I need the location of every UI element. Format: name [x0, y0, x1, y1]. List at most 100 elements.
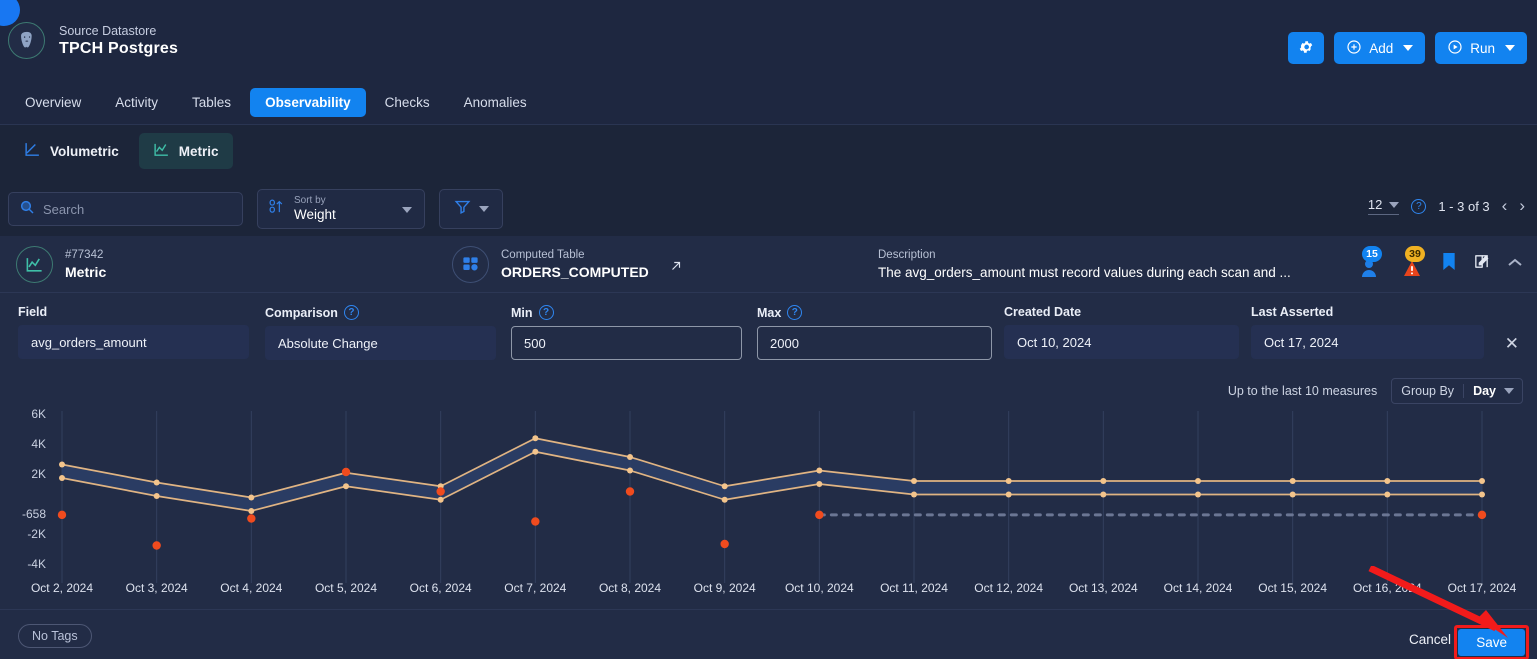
- chevron-down-icon: [1389, 201, 1400, 208]
- subtab-volumetric-label: Volumetric: [50, 143, 119, 159]
- metric-chart-icon: [153, 141, 170, 161]
- save-button[interactable]: Save: [1458, 629, 1525, 656]
- datastore-label: Source Datastore: [59, 23, 157, 38]
- tab-activity[interactable]: Activity: [100, 88, 173, 117]
- chart-x-tick: Oct 8, 2024: [598, 581, 662, 595]
- chart-x-tick: Oct 9, 2024: [693, 581, 756, 595]
- chart-y-tick: -4K: [27, 557, 46, 571]
- subtab-metric-label: Metric: [178, 143, 219, 159]
- measures-text: Up to the last 10 measures: [1227, 384, 1378, 398]
- metric-identity: #77342 Metric: [16, 246, 106, 283]
- sort-by-label: Sort by: [294, 195, 326, 206]
- measures-row: Up to the last 10 measures Group By Day: [1228, 378, 1523, 404]
- main-tabs: Overview Activity Tables Observability C…: [0, 80, 1537, 125]
- chevron-right-icon[interactable]: ›: [1519, 196, 1525, 216]
- tab-checks[interactable]: Checks: [370, 88, 445, 117]
- comparison-field: Comparison ? Absolute Change: [265, 305, 496, 360]
- sort-by-select[interactable]: Sort by Weight: [257, 189, 425, 229]
- chart-plot-area[interactable]: [0, 405, 1537, 605]
- play-circle-icon: [1447, 39, 1463, 58]
- chart-y-tick: 2K: [31, 467, 46, 481]
- search-icon: [19, 199, 35, 220]
- datastore-name: TPCH Postgres: [59, 39, 179, 57]
- chart-y-tick: -658: [21, 506, 46, 521]
- external-link-icon[interactable]: [669, 259, 683, 278]
- chart-x-tick: Oct 12, 2024: [974, 581, 1044, 595]
- bookmark-icon[interactable]: [1442, 253, 1456, 275]
- last-asserted-label: Last Asserted: [1251, 305, 1334, 319]
- chevron-up-icon[interactable]: [1507, 255, 1523, 273]
- edit-icon[interactable]: [1473, 253, 1490, 275]
- field-input[interactable]: avg_orders_amount: [18, 325, 249, 359]
- group-by-value: Day: [1473, 384, 1496, 398]
- chart-x-tick: Oct 5, 2024: [314, 581, 378, 595]
- filter-button[interactable]: [439, 189, 503, 229]
- chevron-down-icon: [402, 207, 412, 213]
- add-button-label: Add: [1369, 40, 1394, 56]
- page-range: 1 - 3 of 3: [1438, 198, 1490, 214]
- run-button[interactable]: Run: [1435, 32, 1527, 64]
- chart-x-tick: Oct 7, 2024: [504, 581, 567, 595]
- chart-x-tick: Oct 2, 2024: [30, 581, 94, 595]
- plus-circle-icon: [1346, 39, 1362, 58]
- user-count-badge: 15: [1362, 246, 1382, 262]
- metric-id: #77342: [65, 249, 104, 261]
- metric-chart-icon: [16, 246, 53, 283]
- tags-chip[interactable]: No Tags: [18, 624, 92, 648]
- description-label: Description: [878, 249, 936, 261]
- list-toolbar: Search Sort by Weight: [8, 189, 503, 229]
- chart-x-tick: Oct 10, 2024: [784, 581, 854, 595]
- last-asserted-value: Oct 17, 2024: [1251, 325, 1484, 359]
- metric-card-header: #77342 Metric Computed Table ORDERS_COMP…: [0, 236, 1537, 293]
- min-input[interactable]: 500: [511, 326, 742, 360]
- comparison-input[interactable]: Absolute Change: [265, 326, 496, 360]
- computed-table-name: ORDERS_COMPUTED: [501, 264, 649, 280]
- max-input[interactable]: 2000: [757, 326, 992, 360]
- settings-button[interactable]: [1288, 32, 1325, 64]
- gear-icon: [1298, 39, 1314, 58]
- metric-form: Field avg_orders_amount Comparison ? Abs…: [0, 300, 1537, 372]
- question-circle-icon[interactable]: ?: [1411, 198, 1427, 214]
- chart-x-tick: Oct 14, 2024: [1163, 581, 1233, 595]
- anomaly-count-badge: 39: [1405, 246, 1425, 262]
- chevron-left-icon[interactable]: ‹: [1502, 196, 1508, 216]
- cancel-button[interactable]: Cancel: [1409, 632, 1451, 647]
- tab-observability[interactable]: Observability: [250, 87, 366, 117]
- close-icon[interactable]: ✕: [1505, 334, 1519, 354]
- created-date-field: Created Date Oct 10, 2024: [1004, 305, 1239, 359]
- search-input[interactable]: Search: [8, 192, 243, 226]
- question-circle-icon[interactable]: ?: [343, 305, 359, 320]
- metric-chart: [0, 405, 1537, 605]
- tab-anomalies[interactable]: Anomalies: [449, 88, 542, 117]
- created-date-label: Created Date: [1004, 305, 1082, 319]
- min-label: Min: [511, 305, 533, 320]
- add-button[interactable]: Add: [1334, 32, 1426, 64]
- group-by-label: Group By: [1401, 384, 1455, 398]
- volumetric-chart-icon: [24, 141, 41, 161]
- subtab-volumetric[interactable]: Volumetric: [10, 133, 133, 169]
- user-icon[interactable]: 15: [1356, 246, 1382, 279]
- tab-overview[interactable]: Overview: [10, 88, 96, 117]
- chart-y-tick: -2K: [27, 527, 46, 541]
- subtab-metric[interactable]: Metric: [138, 133, 233, 169]
- max-field: Max ? 2000: [757, 305, 992, 360]
- chart-x-tick: Oct 4, 2024: [220, 581, 283, 595]
- chart-x-tick: Oct 15, 2024: [1258, 581, 1328, 595]
- computed-table-label: Computed Table: [501, 249, 585, 261]
- warning-triangle-icon[interactable]: 39: [1399, 246, 1425, 279]
- page-size-select[interactable]: 12: [1367, 197, 1400, 215]
- tab-tables[interactable]: Tables: [177, 88, 246, 117]
- page-size-value: 12: [1367, 197, 1383, 212]
- chart-x-tick: Oct 6, 2024: [409, 581, 472, 595]
- question-circle-icon[interactable]: ?: [787, 305, 803, 320]
- chart-x-tick: Oct 13, 2024: [1068, 581, 1138, 595]
- pagination: 12 ? 1 - 3 of 3 ‹ ›: [1367, 196, 1525, 216]
- computed-table-identity[interactable]: Computed Table ORDERS_COMPUTED: [452, 246, 683, 283]
- metric-card-actions: 15 39: [1356, 246, 1523, 279]
- search-placeholder: Search: [43, 201, 85, 217]
- field-field: Field avg_orders_amount: [18, 305, 249, 359]
- question-circle-icon[interactable]: ?: [538, 305, 554, 320]
- group-by-select[interactable]: Group By Day: [1391, 378, 1523, 404]
- metric-description: Description The avg_orders_amount must r…: [878, 248, 1291, 282]
- save-button-highlight: Save: [1454, 625, 1529, 659]
